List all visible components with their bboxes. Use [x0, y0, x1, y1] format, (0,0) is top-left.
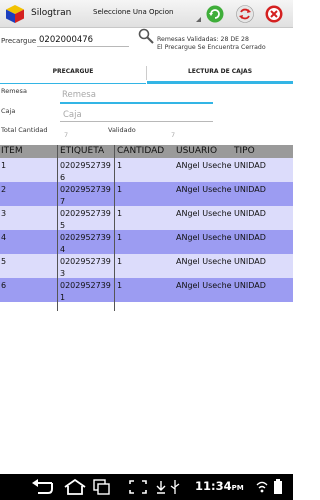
search-icon[interactable] [138, 28, 154, 44]
table-header: ITEM ETIQUETA CANTIDAD USUARIO TIPO [0, 145, 293, 158]
sync-icon [236, 5, 254, 23]
table-row[interactable]: 5 0202952739 3 1 ANgel Useche UNIDAD [0, 254, 293, 278]
cell-etiqueta: 0202952739 5 [60, 209, 111, 230]
caja-label: Caja [1, 107, 16, 115]
system-nav-bar: 11:34PM [0, 474, 293, 500]
precargue-status-text: El Precargue Se Encuentra Cerrado [157, 44, 266, 51]
cell-usuario: ANgel Useche [176, 281, 232, 290]
validado-label: Validado [108, 126, 136, 134]
table-row[interactable]: 1 0202952739 6 1 ANgel Useche UNIDAD [0, 158, 293, 182]
cell-usuario: ANgel Useche [176, 233, 232, 242]
cell-item: 5 [1, 257, 7, 266]
tab-precargue-indicator [0, 83, 146, 84]
tab-lectura-indicator [147, 81, 293, 84]
tab-precargue[interactable]: PRECARGUE [0, 62, 146, 84]
cell-tipo: UNIDAD [234, 209, 266, 218]
cell-cantidad: 1 [117, 161, 123, 170]
battery-icon [274, 479, 282, 494]
column-header-item: ITEM [1, 146, 23, 156]
caja-underline [60, 121, 213, 122]
remesa-underline [60, 102, 213, 104]
cell-item: 3 [1, 209, 7, 218]
clock-time: 11:34 [195, 479, 232, 493]
caja-input[interactable]: Caja [63, 110, 82, 120]
cell-cantidad: 1 [117, 233, 123, 242]
table-row[interactable]: 2 0202952739 7 1 ANgel Useche UNIDAD [0, 182, 293, 206]
spinner-arrow-icon [196, 17, 201, 22]
system-clock: 11:34PM [195, 479, 244, 493]
cell-cantidad: 1 [117, 257, 123, 266]
sync-button[interactable] [236, 5, 254, 23]
column-divider [114, 145, 115, 311]
cell-item: 4 [1, 233, 7, 242]
option-spinner[interactable]: Seleccione Una Opcion [91, 6, 201, 22]
total-cantidad-label: Total Cantidad [1, 126, 48, 134]
cell-tipo: UNIDAD [234, 257, 266, 266]
app-logo-icon[interactable] [5, 4, 25, 24]
cell-item: 1 [1, 161, 7, 170]
total-cantidad-value: 7 [64, 131, 69, 139]
column-header-cantidad: CANTIDAD [117, 146, 165, 156]
cell-etiqueta: 0202952739 3 [60, 257, 111, 278]
cell-cantidad: 1 [117, 281, 123, 290]
app-title: Silogtran [31, 8, 72, 18]
validado-value: 7 [171, 131, 176, 139]
refresh-button[interactable] [206, 5, 224, 23]
cell-cantidad: 1 [117, 209, 123, 218]
exit-icon [265, 5, 283, 23]
column-header-tipo: TIPO [234, 146, 255, 156]
column-divider [57, 145, 58, 311]
precargue-underline [37, 46, 129, 47]
cell-tipo: UNIDAD [234, 161, 266, 170]
remesa-input[interactable]: Remesa [62, 90, 96, 100]
wifi-icon [256, 481, 268, 493]
tab-divider [146, 66, 147, 80]
cell-usuario: ANgel Useche [176, 185, 232, 194]
cell-usuario: ANgel Useche [176, 209, 232, 218]
remesa-label: Remesa [1, 87, 27, 95]
exit-button[interactable] [265, 5, 283, 23]
cell-tipo: UNIDAD [234, 185, 266, 194]
cell-tipo: UNIDAD [234, 233, 266, 242]
cell-item: 6 [1, 281, 7, 290]
column-header-usuario: USUARIO [176, 146, 218, 156]
clock-meridiem: PM [231, 484, 244, 492]
cell-tipo: UNIDAD [234, 281, 266, 290]
precargue-label: Precargue [1, 37, 37, 45]
cell-usuario: ANgel Useche [176, 161, 232, 170]
screenshot-icon[interactable] [128, 479, 148, 495]
usb-icon [170, 480, 180, 494]
cell-usuario: ANgel Useche [176, 257, 232, 266]
table-row[interactable]: 6 0202952739 1 1 ANgel Useche UNIDAD [0, 278, 293, 302]
refresh-icon [206, 5, 224, 23]
cell-cantidad: 1 [117, 185, 123, 194]
remesas-validadas-text: Remesas Validadas: 28 DE 28 [157, 36, 249, 43]
download-icon [156, 481, 166, 494]
cell-item: 2 [1, 185, 7, 194]
cell-etiqueta: 0202952739 7 [60, 185, 111, 206]
cell-etiqueta: 0202952739 1 [60, 281, 111, 302]
action-bar: Silogtran Seleccione Una Opcion [0, 0, 293, 28]
home-icon[interactable] [63, 479, 87, 495]
table-row[interactable]: 3 0202952739 5 1 ANgel Useche UNIDAD [0, 206, 293, 230]
back-icon[interactable] [30, 479, 56, 495]
precargue-input[interactable]: 0202000476 [39, 35, 93, 45]
spinner-selected-value: Seleccione Una Opcion [93, 8, 174, 16]
cell-etiqueta: 0202952739 6 [60, 161, 111, 182]
cell-etiqueta: 0202952739 4 [60, 233, 111, 254]
recent-apps-icon[interactable] [93, 479, 111, 495]
table-row[interactable]: 4 0202952739 4 1 ANgel Useche UNIDAD [0, 230, 293, 254]
column-header-etiqueta: ETIQUETA [60, 146, 105, 156]
